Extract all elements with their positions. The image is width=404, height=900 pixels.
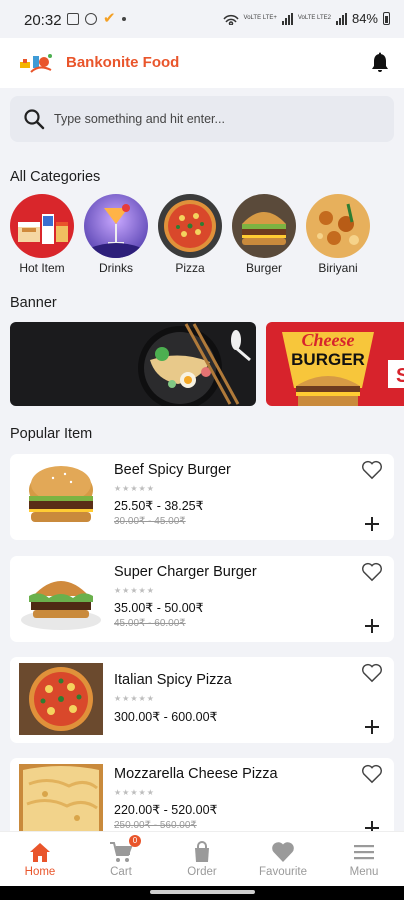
favourite-heart-icon[interactable] xyxy=(361,460,383,480)
battery-icon xyxy=(383,12,390,25)
product-price: 25.50₹ - 38.25₹ xyxy=(114,499,204,513)
nav-label: Cart xyxy=(110,866,132,878)
product-card-italian-spicy-pizza[interactable]: Italian Spicy Pizza ★★★★★ 300.00₹ - 600.… xyxy=(10,657,394,743)
biriyani-image xyxy=(306,194,370,258)
categories-heading: All Categories xyxy=(10,169,101,185)
home-icon xyxy=(30,843,50,862)
product-image-pizza xyxy=(19,663,103,735)
product-old-price: 30.00₹ - 45.00₹ xyxy=(114,516,186,527)
check-icon: ✔ xyxy=(103,10,116,27)
category-label: Pizza xyxy=(175,261,205,275)
nav-label: Order xyxy=(187,866,217,878)
favourite-heart-icon[interactable] xyxy=(361,562,383,582)
product-name: Super Charger Burger xyxy=(114,564,257,580)
heart-icon xyxy=(272,842,294,862)
status-time: 20:32 xyxy=(24,12,62,29)
bag-icon xyxy=(195,841,209,862)
battery-percent: 84% xyxy=(351,11,378,26)
bottom-navigation: Home 0 Cart Order Favourite Menu xyxy=(0,831,404,886)
status-right: VoLTE LTE+ VoLTE LTE2 84% xyxy=(222,11,390,26)
category-list: Hot Item Drinks Pizza Burger Biriyani xyxy=(0,194,404,280)
nav-label: Home xyxy=(24,866,56,878)
category-label: Hot Item xyxy=(19,261,65,275)
nav-home[interactable]: Home xyxy=(0,832,80,886)
hot-item-image xyxy=(10,194,74,258)
rating-stars: ★★★★★ xyxy=(114,484,155,493)
product-card-beef-spicy-burger[interactable]: Beef Spicy Burger ★★★★★ 25.50₹ - 38.25₹ … xyxy=(10,454,394,540)
banner-side-letter: S xyxy=(396,365,404,387)
system-home-bar xyxy=(0,886,404,900)
signal-icon-2 xyxy=(335,12,347,25)
network-label-1: VoLTE LTE+ xyxy=(243,15,277,21)
banner-noodles[interactable] xyxy=(10,322,256,406)
drinks-image xyxy=(84,194,148,258)
signal-icon xyxy=(281,12,293,25)
add-to-cart-plus-icon[interactable] xyxy=(364,719,380,735)
category-label: Drinks xyxy=(98,261,133,275)
add-to-cart-plus-icon[interactable] xyxy=(364,618,380,634)
app-screen: 20:32 ✔ VoLTE LTE+ VoLTE LTE2 84% Bankon… xyxy=(0,0,404,886)
category-label: Biriyani xyxy=(318,261,358,275)
notification-icons: ✔ xyxy=(67,10,126,27)
product-price: 35.00₹ - 50.00₹ xyxy=(114,601,204,615)
category-hot-item[interactable]: Hot Item xyxy=(5,194,79,275)
brand-logo xyxy=(20,54,52,73)
category-label: Burger xyxy=(245,261,283,275)
network-label-2: VoLTE LTE2 xyxy=(297,15,331,21)
product-old-price: 45.00₹ - 60.00₹ xyxy=(114,618,186,629)
nav-order[interactable]: Order xyxy=(162,832,242,886)
product-card-super-charger-burger[interactable]: Super Charger Burger ★★★★★ 35.00₹ - 50.0… xyxy=(10,556,394,642)
cart-badge: 0 xyxy=(129,835,141,847)
nav-label: Favourite xyxy=(259,866,307,878)
burger-image xyxy=(232,194,296,258)
product-name: Beef Spicy Burger xyxy=(114,462,231,478)
product-image-burger xyxy=(29,466,93,522)
product-name: Italian Spicy Pizza xyxy=(114,672,232,688)
favourite-heart-icon[interactable] xyxy=(361,663,383,683)
brand-name: Bankonite Food xyxy=(66,54,180,71)
nav-menu[interactable]: Menu xyxy=(324,832,404,886)
rating-stars: ★★★★★ xyxy=(114,788,155,797)
nav-label: Menu xyxy=(349,866,379,878)
category-pizza[interactable]: Pizza xyxy=(153,194,227,275)
pizza-image xyxy=(158,194,222,258)
banner-cheese-text: Cheese xyxy=(302,330,355,350)
dot-icon xyxy=(121,17,126,21)
banner-heading: Banner xyxy=(10,295,57,311)
notification-bell-icon[interactable] xyxy=(370,52,390,74)
home-gesture-pill[interactable] xyxy=(150,890,255,894)
favourite-heart-icon[interactable] xyxy=(361,764,383,784)
product-price: 220.00₹ - 520.00₹ xyxy=(114,803,218,817)
category-biriyani[interactable]: Biriyani xyxy=(301,194,375,275)
category-drinks[interactable]: Drinks xyxy=(79,194,153,275)
product-card-mozzarella-cheese-pizza[interactable]: Mozzarella Cheese Pizza ★★★★★ 220.00₹ - … xyxy=(10,758,394,838)
gallery-icon xyxy=(67,13,79,25)
product-price: 300.00₹ - 600.00₹ xyxy=(114,710,218,724)
product-name: Mozzarella Cheese Pizza xyxy=(114,766,278,782)
rating-stars: ★★★★★ xyxy=(114,586,155,595)
app-header: Bankonite Food xyxy=(0,38,404,88)
product-image-burger-lettuce xyxy=(21,581,101,630)
hotspot-icon xyxy=(222,14,239,25)
nav-cart[interactable]: 0 Cart xyxy=(81,832,161,886)
rating-stars: ★★★★★ xyxy=(114,694,155,703)
instagram-icon xyxy=(85,13,97,25)
status-bar: 20:32 ✔ VoLTE LTE+ VoLTE LTE2 84% xyxy=(0,0,404,38)
search-icon[interactable] xyxy=(23,108,45,130)
category-burger[interactable]: Burger xyxy=(227,194,301,275)
product-image-cheese-pizza xyxy=(19,764,103,836)
add-to-cart-plus-icon[interactable] xyxy=(364,516,380,532)
search-input[interactable] xyxy=(54,96,384,142)
nav-favourite[interactable]: Favourite xyxy=(243,832,323,886)
product-old-price: 250.00₹ - 560.00₹ xyxy=(114,820,197,831)
popular-heading: Popular Item xyxy=(10,426,93,442)
search-bar xyxy=(10,96,394,142)
menu-icon xyxy=(354,845,374,860)
banner-burger-text: BURGER xyxy=(291,350,365,369)
banner-cheese-burger[interactable]: Cheese BURGER S xyxy=(266,322,404,406)
